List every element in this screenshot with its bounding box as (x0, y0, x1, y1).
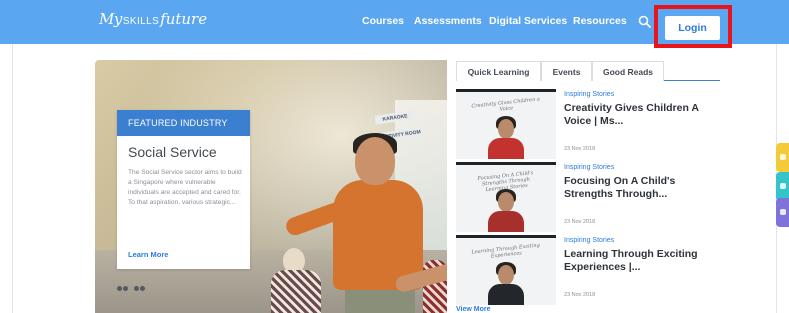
nav-digital-services-link[interactable]: Digital Services (489, 15, 567, 27)
story-date: 23 Nov 2018 (564, 146, 596, 152)
story-item[interactable]: Learning Through Exciting Experiences In… (456, 235, 720, 305)
logo-skills: SKILLS (122, 16, 160, 27)
feedback-icon[interactable] (776, 172, 789, 201)
content-tabs: Quick Learning Events Good Reads (456, 61, 720, 81)
thumbnail-caption: Creativity Gives Children a Voice (471, 96, 541, 113)
view-more-link[interactable]: View More (456, 306, 491, 313)
story-title[interactable]: Learning Through Exciting Experiences |.… (564, 248, 714, 274)
story-thumbnail[interactable]: Creativity Gives Children a Voice (456, 89, 556, 159)
tab-events[interactable]: Events (541, 61, 592, 81)
story-category[interactable]: Inspiring Stories (564, 91, 614, 98)
featured-industry-card: FEATURED INDUSTRY Social Service The Soc… (117, 110, 250, 269)
story-date: 23 Nov 2018 (564, 219, 596, 225)
featured-badge: FEATURED INDUSTRY (117, 110, 250, 136)
story-category[interactable]: Inspiring Stories (564, 164, 614, 171)
search-icon[interactable] (638, 15, 651, 28)
story-date: 23 Nov 2018 (564, 292, 596, 298)
login-highlight-box (654, 5, 732, 48)
logo-future: future (160, 10, 208, 28)
tab-good-reads[interactable]: Good Reads (592, 61, 664, 81)
story-item[interactable]: Focusing On A Child's Strengths Through … (456, 162, 720, 232)
story-title[interactable]: Creativity Gives Children A Voice | Ms..… (564, 102, 714, 128)
left-divider (12, 44, 13, 313)
story-thumbnail[interactable]: Focusing On A Child's Strengths Through … (456, 162, 556, 232)
carousel-dot[interactable] (123, 286, 128, 291)
carousel-dot[interactable] (117, 286, 122, 291)
carousel-dot[interactable] (140, 286, 145, 291)
nav-courses-link[interactable]: Courses (362, 15, 404, 27)
featured-description: The Social Service sector aims to build … (128, 169, 242, 206)
story-category[interactable]: Inspiring Stories (564, 237, 614, 244)
thumbnail-caption: Learning Through Exciting Experiences (471, 242, 541, 260)
help-icon[interactable] (776, 198, 789, 227)
chat-icon[interactable] (776, 143, 789, 172)
story-thumbnail[interactable]: Learning Through Exciting Experiences (456, 235, 556, 305)
myskillsfuture-logo[interactable]: My SKILLS future (99, 10, 207, 34)
story-item[interactable]: Creativity Gives Children a Voice Inspir… (456, 89, 720, 159)
nav-assessments-link[interactable]: Assessments (414, 15, 482, 27)
featured-title: Social Service (128, 144, 217, 160)
nav-resources-link[interactable]: Resources (573, 15, 627, 27)
tab-quick-learning[interactable]: Quick Learning (456, 61, 541, 81)
carousel-dots[interactable] (117, 286, 145, 291)
story-title[interactable]: Focusing On A Child's Strengths Through.… (564, 175, 714, 201)
logo-my: My (99, 10, 122, 28)
learn-more-link[interactable]: Learn More (128, 250, 168, 259)
carousel-dot[interactable] (134, 286, 139, 291)
page: My SKILLS future Courses Assessments Dig… (0, 0, 789, 313)
